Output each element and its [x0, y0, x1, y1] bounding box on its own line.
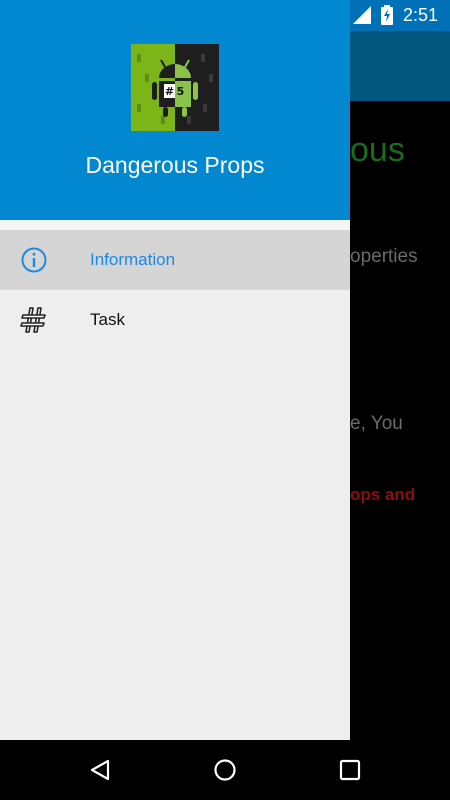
drawer-divider — [0, 220, 350, 230]
svg-text:5: 5 — [177, 85, 185, 98]
menu-item-label: Information — [90, 250, 176, 269]
background-warning-fragment: ops and — [350, 485, 416, 504]
navigation-drawer: # 5 Dangerous Props Information Task — [0, 0, 350, 740]
drawer-app-name: Dangerous Props — [85, 152, 265, 178]
svg-text:#: # — [165, 85, 174, 98]
battery-charging-icon — [380, 5, 393, 25]
home-icon[interactable] — [213, 758, 237, 782]
background-text-fragment: e, You — [350, 413, 403, 434]
drawer-header: # 5 Dangerous Props — [0, 0, 350, 220]
cell-signal-icon — [352, 6, 371, 24]
recents-icon[interactable] — [338, 758, 362, 782]
back-icon[interactable] — [88, 758, 112, 782]
menu-item-label: Task — [90, 310, 125, 329]
android-hash5-logo: # 5 — [131, 44, 219, 131]
system-nav-bar — [0, 740, 450, 800]
status-time: 2:51 — [402, 5, 438, 25]
background-text-fragment: operties — [350, 246, 418, 267]
menu-item-information[interactable]: Information — [0, 230, 350, 290]
background-title-fragment: ous — [350, 131, 405, 169]
menu-item-task[interactable]: Task — [0, 290, 350, 350]
info-icon — [21, 247, 47, 273]
hash-icon — [20, 307, 46, 333]
